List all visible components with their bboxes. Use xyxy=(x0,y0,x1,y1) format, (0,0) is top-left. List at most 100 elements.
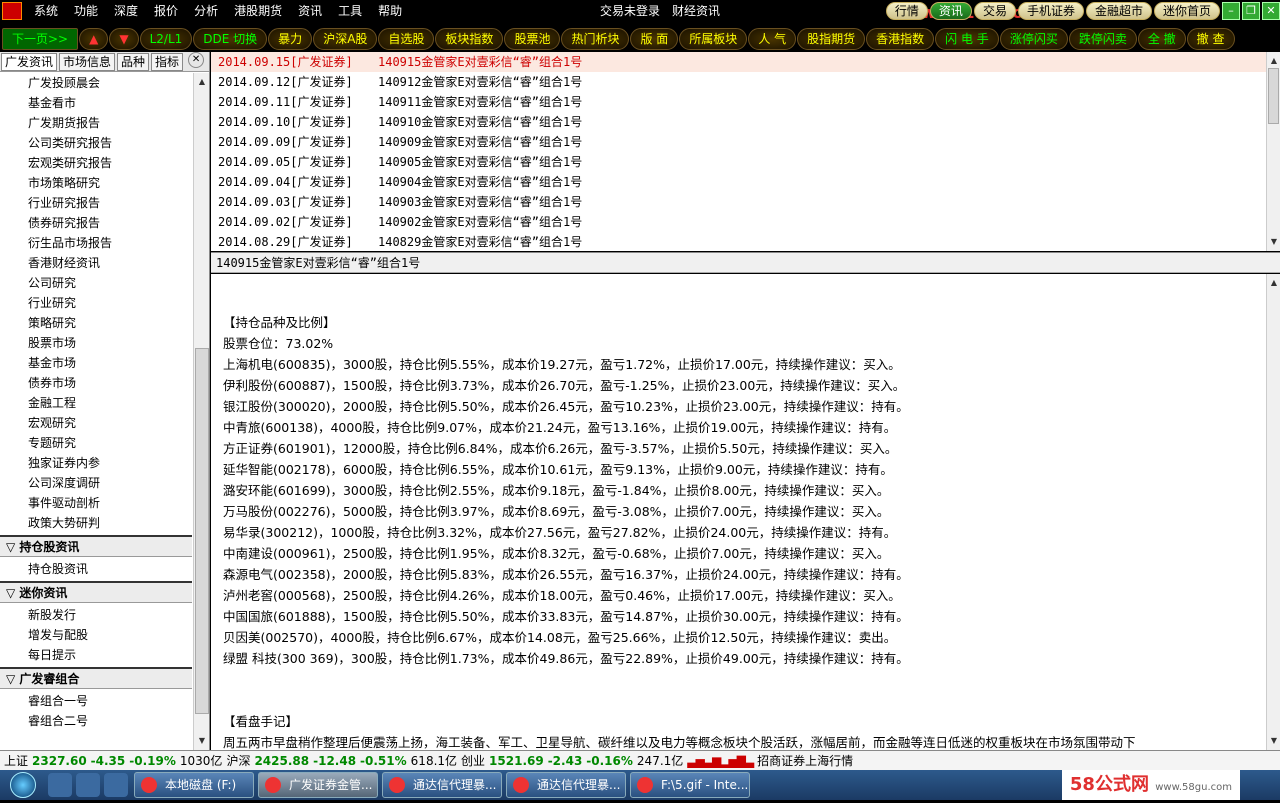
toolbar-button[interactable]: 跌停闪卖 xyxy=(1068,28,1137,50)
close-icon[interactable]: ✕ xyxy=(1262,2,1280,20)
article-scrollbar[interactable]: ▲ ▼ xyxy=(1266,274,1280,750)
menu-item[interactable]: 功能 xyxy=(66,0,106,22)
news-scrollbar[interactable]: ▲ ▼ xyxy=(1266,52,1280,251)
toolbar-button[interactable]: 暴力 xyxy=(268,28,313,50)
news-row[interactable]: 2014.09.10[广发证券] 140910金管家E对壹彩信“睿”组合1号 xyxy=(211,112,1280,132)
sidebar-item[interactable]: 政策大势研判 xyxy=(0,513,192,533)
sidebar-item[interactable]: 宏观研究 xyxy=(0,413,192,433)
sidebar-item[interactable]: 公司研究 xyxy=(0,273,192,293)
top-tab[interactable]: 迷你首页 xyxy=(1153,2,1220,20)
toolbar-button[interactable]: L2/L1 xyxy=(139,28,193,50)
sidebar-tab[interactable]: 指标 xyxy=(151,53,184,71)
news-row[interactable]: 2014.09.15[广发证券] 140915金管家E对壹彩信“睿”组合1号 xyxy=(211,52,1280,72)
app-quicklaunch-icon[interactable] xyxy=(104,773,128,797)
top-tab[interactable]: 交易 xyxy=(973,2,1016,20)
browser-quicklaunch-icon[interactable] xyxy=(48,773,72,797)
taskbar-task[interactable]: 广发证券金管... xyxy=(258,772,378,798)
menu-item[interactable]: 系统 xyxy=(26,0,66,22)
toolbar-button[interactable]: 自选股 xyxy=(378,28,435,50)
taskbar-task[interactable]: 通达信代理暴... xyxy=(382,772,502,798)
top-tab[interactable]: 手机证券 xyxy=(1017,2,1084,20)
sidebar-item[interactable]: 睿组合一号 xyxy=(0,691,192,711)
sidebar-section-header[interactable]: ▽ 持仓股资讯 xyxy=(0,535,192,557)
scroll-thumb[interactable] xyxy=(1268,68,1279,124)
news-row[interactable]: 2014.09.09[广发证券] 140909金管家E对壹彩信“睿”组合1号 xyxy=(211,132,1280,152)
restore-icon[interactable]: ❐ xyxy=(1242,2,1260,20)
sidebar-item[interactable]: 行业研究报告 xyxy=(0,193,192,213)
start-button[interactable] xyxy=(0,770,46,800)
toolbar-button[interactable]: 沪深A股 xyxy=(313,28,378,50)
taskbar-task[interactable]: 通达信代理暴... xyxy=(506,772,626,798)
scroll-up-icon[interactable]: ▲ xyxy=(195,75,209,89)
sidebar-item[interactable]: 香港财经资讯 xyxy=(0,253,192,273)
sidebar-item[interactable]: 持仓股资讯 xyxy=(0,559,192,579)
sidebar-item[interactable]: 专题研究 xyxy=(0,433,192,453)
sidebar-item[interactable]: 睿组合二号 xyxy=(0,711,192,731)
toolbar-button[interactable]: 涨停闪买 xyxy=(999,28,1068,50)
toolbar-button[interactable]: 所属板块 xyxy=(679,28,748,50)
scroll-up-icon[interactable]: ▲ xyxy=(1267,276,1280,290)
sidebar-item[interactable]: 广发期货报告 xyxy=(0,113,192,133)
sidebar-scrollbar[interactable]: ▲ ▼ xyxy=(193,73,209,750)
menu-item[interactable]: 资讯 xyxy=(290,0,330,22)
scroll-thumb[interactable] xyxy=(195,348,209,714)
sidebar-item[interactable]: 基金看市 xyxy=(0,93,192,113)
scroll-up-icon[interactable]: ▲ xyxy=(1267,54,1280,68)
sidebar-item[interactable]: 宏观类研究报告 xyxy=(0,153,192,173)
sidebar-tab[interactable]: 市场信息 xyxy=(59,53,116,71)
toolbar-button[interactable]: 股指期货 xyxy=(797,28,866,50)
toolbar-button[interactable]: 下一页>> xyxy=(2,28,79,50)
toolbar-button[interactable]: 热门析块 xyxy=(561,28,630,50)
sidebar-item[interactable]: 独家证券内参 xyxy=(0,453,192,473)
menu-item[interactable]: 港股期货 xyxy=(226,0,290,22)
menu-item[interactable]: 报价 xyxy=(146,0,186,22)
scroll-down-icon[interactable]: ▼ xyxy=(1267,734,1280,748)
news-row[interactable]: 2014.09.03[广发证券] 140903金管家E对壹彩信“睿”组合1号 xyxy=(211,192,1280,212)
sidebar-item[interactable]: 市场策略研究 xyxy=(0,173,192,193)
sidebar-item[interactable]: 事件驱动剖析 xyxy=(0,493,192,513)
sidebar-item[interactable]: 策略研究 xyxy=(0,313,192,333)
sidebar-item[interactable]: 衍生品市场报告 xyxy=(0,233,192,253)
close-tab-icon[interactable]: ✕ xyxy=(188,52,205,68)
scroll-down-icon[interactable]: ▼ xyxy=(1267,235,1280,249)
toolbar-button[interactable]: 撤 查 xyxy=(1186,28,1235,50)
toolbar-button[interactable]: ▼ xyxy=(109,28,139,50)
news-row[interactable]: 2014.09.02[广发证券] 140902金管家E对壹彩信“睿”组合1号 xyxy=(211,212,1280,232)
scroll-down-icon[interactable]: ▼ xyxy=(195,734,209,748)
taskbar-task[interactable]: 本地磁盘 (F:) xyxy=(134,772,254,798)
sidebar-item[interactable]: 增发与配股 xyxy=(0,625,192,645)
news-row[interactable]: 2014.09.12[广发证券] 140912金管家E对壹彩信“睿”组合1号 xyxy=(211,72,1280,92)
menu-item[interactable]: 帮助 xyxy=(370,0,410,22)
menu-item[interactable]: 工具 xyxy=(330,0,370,22)
toolbar-button[interactable]: 人 气 xyxy=(748,28,797,50)
sidebar-item[interactable]: 公司深度调研 xyxy=(0,473,192,493)
menu-item[interactable]: 分析 xyxy=(186,0,226,22)
toolbar-button[interactable]: ▲ xyxy=(79,28,109,50)
toolbar-button[interactable]: 板块指数 xyxy=(435,28,504,50)
toolbar-button[interactable]: 香港指数 xyxy=(866,28,935,50)
top-tab[interactable]: 资讯 xyxy=(929,2,972,20)
sidebar-item[interactable]: 债券市场 xyxy=(0,373,192,393)
top-tab[interactable]: 行情 xyxy=(885,2,928,20)
menu-item[interactable]: 深度 xyxy=(106,0,146,22)
toolbar-button[interactable]: 闪 电 手 xyxy=(935,28,999,50)
sidebar-item[interactable]: 股票市场 xyxy=(0,333,192,353)
news-row[interactable]: 2014.09.05[广发证券] 140905金管家E对壹彩信“睿”组合1号 xyxy=(211,152,1280,172)
sidebar-section-header[interactable]: ▽ 迷你资讯 xyxy=(0,581,192,603)
sidebar-item[interactable]: 广发投顾晨会 xyxy=(0,73,192,93)
toolbar-button[interactable]: 股票池 xyxy=(504,28,561,50)
toolbar-button[interactable]: DDE 切换 xyxy=(193,28,268,50)
toolbar-button[interactable]: 全 撤 xyxy=(1137,28,1186,50)
sidebar-item[interactable]: 基金市场 xyxy=(0,353,192,373)
sidebar-tab[interactable]: 品种 xyxy=(117,53,150,71)
news-row[interactable]: 2014.08.29[广发证券] 140829金管家E对壹彩信“睿”组合1号 xyxy=(211,232,1280,252)
taskbar-task[interactable]: F:\5.gif - Inte... xyxy=(630,772,750,798)
top-tab[interactable]: 金融超市 xyxy=(1085,2,1152,20)
news-row[interactable]: 2014.09.11[广发证券] 140911金管家E对壹彩信“睿”组合1号 xyxy=(211,92,1280,112)
sidebar-tab[interactable]: 广发资讯 xyxy=(1,53,58,71)
minimize-icon[interactable]: – xyxy=(1222,2,1240,20)
sidebar-item[interactable]: 每日提示 xyxy=(0,645,192,665)
news-row[interactable]: 2014.09.04[广发证券] 140904金管家E对壹彩信“睿”组合1号 xyxy=(211,172,1280,192)
sidebar-item[interactable]: 新股发行 xyxy=(0,605,192,625)
toolbar-button[interactable]: 版 面 xyxy=(630,28,679,50)
